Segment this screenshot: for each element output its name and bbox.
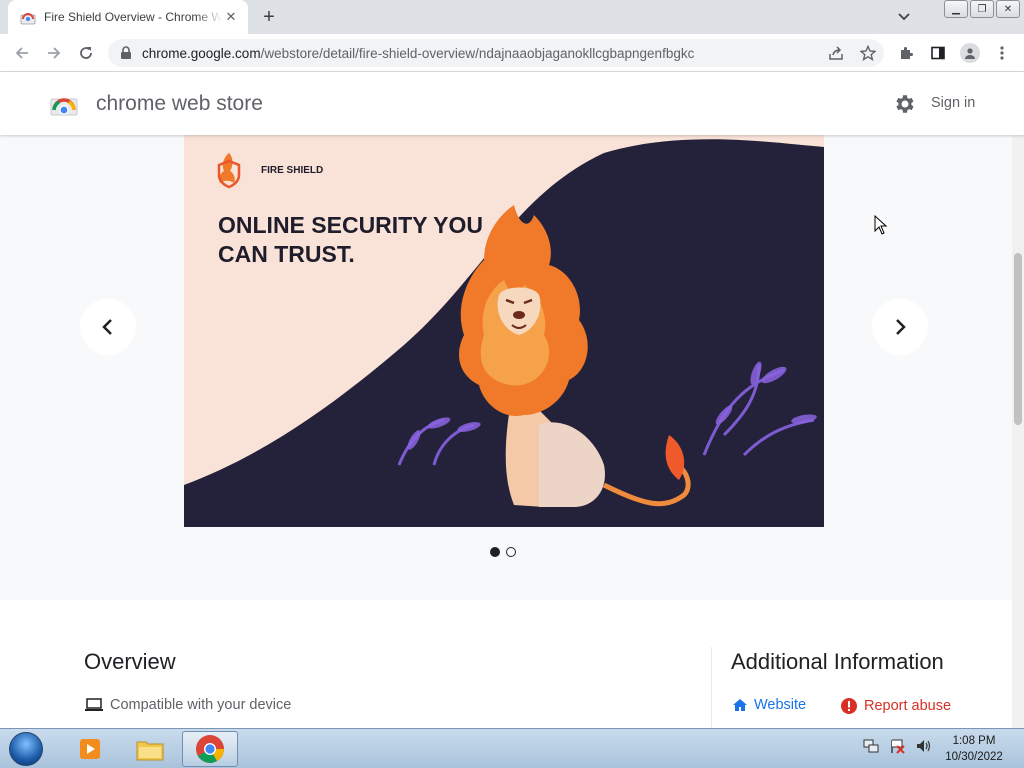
laptop-icon	[85, 698, 103, 711]
slide-headline-line2: CAN TRUST.	[218, 241, 355, 267]
chrome-web-store-logo-icon[interactable]	[50, 90, 78, 116]
additional-info-heading: Additional Information	[731, 649, 944, 674]
chevron-left-icon	[102, 319, 112, 335]
url-text: chrome.google.com/webstore/detail/fire-s…	[142, 45, 695, 61]
chrome-web-store-favicon-icon	[20, 13, 36, 25]
section-divider	[711, 647, 712, 728]
compatibility-note: Compatible with your device	[84, 697, 291, 713]
windows-taskbar: 1:08 PM 10/30/2022	[0, 728, 1024, 768]
folder-icon	[136, 741, 164, 761]
system-tray	[862, 737, 932, 755]
restore-button[interactable]: ❐	[970, 0, 994, 18]
compatibility-text: Compatible with your device	[110, 697, 292, 713]
volume-speaker-icon[interactable]	[914, 737, 932, 755]
back-arrow-icon	[15, 47, 28, 59]
alert-icon	[841, 698, 857, 714]
clock-time: 1:08 PM	[952, 735, 996, 747]
forward-arrow-icon	[48, 47, 61, 59]
carousel-prev-button[interactable]	[80, 299, 136, 355]
mouse-cursor-icon	[874, 215, 888, 235]
website-link[interactable]: Website	[732, 697, 806, 713]
clock-date: 10/30/2022	[945, 751, 1003, 763]
forward-button[interactable]	[42, 41, 66, 65]
start-button[interactable]	[6, 731, 46, 767]
extensions-puzzle-icon[interactable]	[894, 41, 918, 65]
report-abuse-link[interactable]: Report abuse	[840, 697, 951, 715]
tab-title: Fire Shield Overview - Chrome Web Store	[44, 10, 222, 24]
address-bar[interactable]: chrome.google.com/webstore/detail/fire-s…	[108, 39, 884, 67]
fire-shield-promo-illustration: ONLINE SECURITY YOU CAN TRUST. FIRE SHIE…	[184, 139, 824, 527]
new-tab-button[interactable]: +	[258, 6, 280, 28]
minimize-button[interactable]: ▁	[944, 0, 968, 18]
window-controls: ▁ ❐ ✕	[942, 0, 1020, 18]
webstore-title[interactable]: chrome web store	[96, 92, 263, 116]
chrome-icon	[196, 735, 224, 763]
sign-in-link[interactable]: Sign in	[931, 95, 975, 111]
media-player-icon	[80, 739, 100, 759]
tab-close-icon[interactable]: ✕	[222, 8, 240, 26]
reload-button[interactable]	[74, 41, 98, 65]
profile-avatar-icon[interactable]	[958, 41, 982, 65]
carousel-dot-1[interactable]	[490, 547, 500, 557]
browser-tab[interactable]: Fire Shield Overview - Chrome Web Store …	[8, 0, 248, 34]
taskbar-media-player[interactable]	[62, 731, 118, 767]
reload-icon	[80, 47, 92, 59]
carousel-next-button[interactable]	[872, 299, 928, 355]
overview-heading: Overview	[84, 649, 176, 674]
carousel-slide[interactable]: ONLINE SECURITY YOU CAN TRUST. FIRE SHIE…	[184, 135, 824, 527]
website-label: Website	[754, 697, 807, 713]
lock-icon[interactable]	[118, 45, 134, 61]
carousel-indicator	[490, 547, 516, 557]
screenshot-carousel: ONLINE SECURITY YOU CAN TRUST. FIRE SHIE…	[0, 135, 1012, 600]
page-scrollbar[interactable]	[1012, 135, 1024, 728]
report-abuse-label: Report abuse	[864, 698, 952, 714]
back-button[interactable]	[10, 41, 34, 65]
taskbar-chrome[interactable]	[182, 731, 238, 767]
chevron-right-icon	[896, 319, 906, 335]
taskbar-file-explorer[interactable]	[122, 731, 178, 767]
network-icon[interactable]	[862, 737, 880, 755]
tab-strip: Fire Shield Overview - Chrome Web Store …	[0, 0, 1024, 34]
settings-gear-icon[interactable]	[892, 92, 916, 116]
browser-toolbar: chrome.google.com/webstore/detail/fire-s…	[0, 34, 1024, 72]
slide-headline-line1: ONLINE SECURITY YOU	[218, 212, 483, 238]
page-content: ONLINE SECURITY YOU CAN TRUST. FIRE SHIE…	[0, 135, 1012, 728]
menu-kebab-icon[interactable]	[990, 41, 1014, 65]
webstore-header: chrome web store Sign in	[0, 72, 1024, 135]
carousel-dot-2[interactable]	[506, 547, 516, 557]
share-icon[interactable]	[826, 43, 846, 63]
slide-brand-name: FIRE SHIELD	[261, 165, 323, 176]
windows-orb-icon	[9, 732, 43, 766]
side-panel-icon[interactable]	[926, 41, 950, 65]
home-icon	[733, 699, 747, 711]
tab-search-chevron-icon[interactable]	[894, 7, 914, 27]
system-clock[interactable]: 1:08 PM 10/30/2022	[934, 733, 1014, 765]
bookmark-star-icon[interactable]	[858, 43, 878, 63]
close-window-button[interactable]: ✕	[996, 0, 1020, 18]
scrollbar-thumb[interactable]	[1014, 253, 1022, 425]
action-center-flag-icon[interactable]	[888, 737, 906, 755]
